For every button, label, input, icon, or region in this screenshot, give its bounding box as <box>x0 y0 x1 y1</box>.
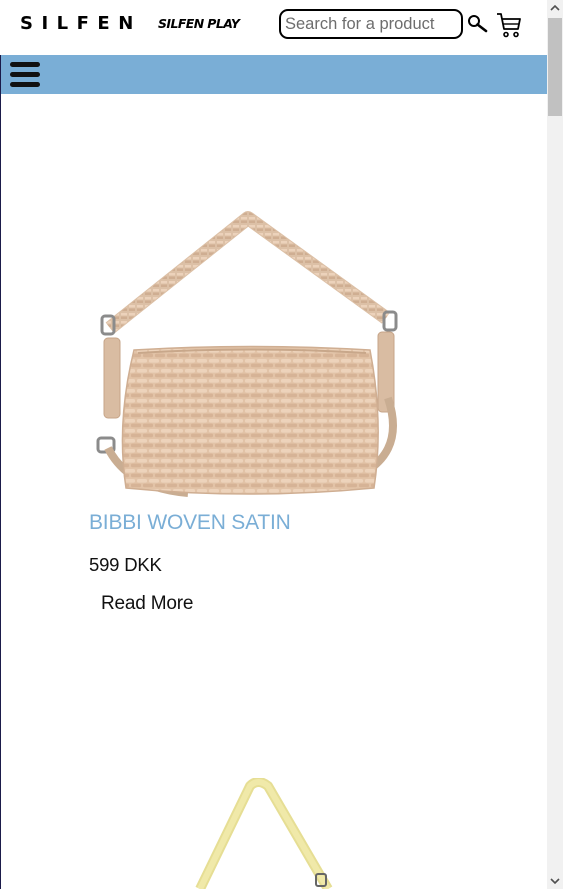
window-edge <box>0 0 1 889</box>
silfen-logo[interactable]: SILFEN <box>20 13 142 34</box>
product-price: 599 DKK <box>89 554 162 575</box>
cart-icon[interactable] <box>496 11 522 39</box>
scroll-up-arrow-icon[interactable] <box>547 0 563 16</box>
nav-bar <box>1 55 547 94</box>
silfen-play-logo[interactable]: SILFEN PLAY <box>158 16 240 31</box>
hamburger-menu-icon[interactable] <box>10 61 40 88</box>
search-input[interactable] <box>279 9 463 39</box>
product-name-link[interactable]: BIBBI WOVEN SATIN <box>89 511 291 535</box>
scroll-down-arrow-icon[interactable] <box>547 873 563 889</box>
site-header: SILFEN SILFEN PLAY <box>0 0 547 55</box>
vertical-scrollbar[interactable] <box>547 0 563 889</box>
read-more-button[interactable]: Read More <box>101 593 193 615</box>
search-icon[interactable] <box>466 13 488 35</box>
scrollbar-thumb[interactable] <box>548 18 562 116</box>
page: SILFEN SILFEN PLAY Search for a product … <box>0 0 563 889</box>
yellow-shoulder-bag-image[interactable] <box>180 778 350 889</box>
beige-woven-shoulder-bag-image[interactable] <box>88 208 418 508</box>
